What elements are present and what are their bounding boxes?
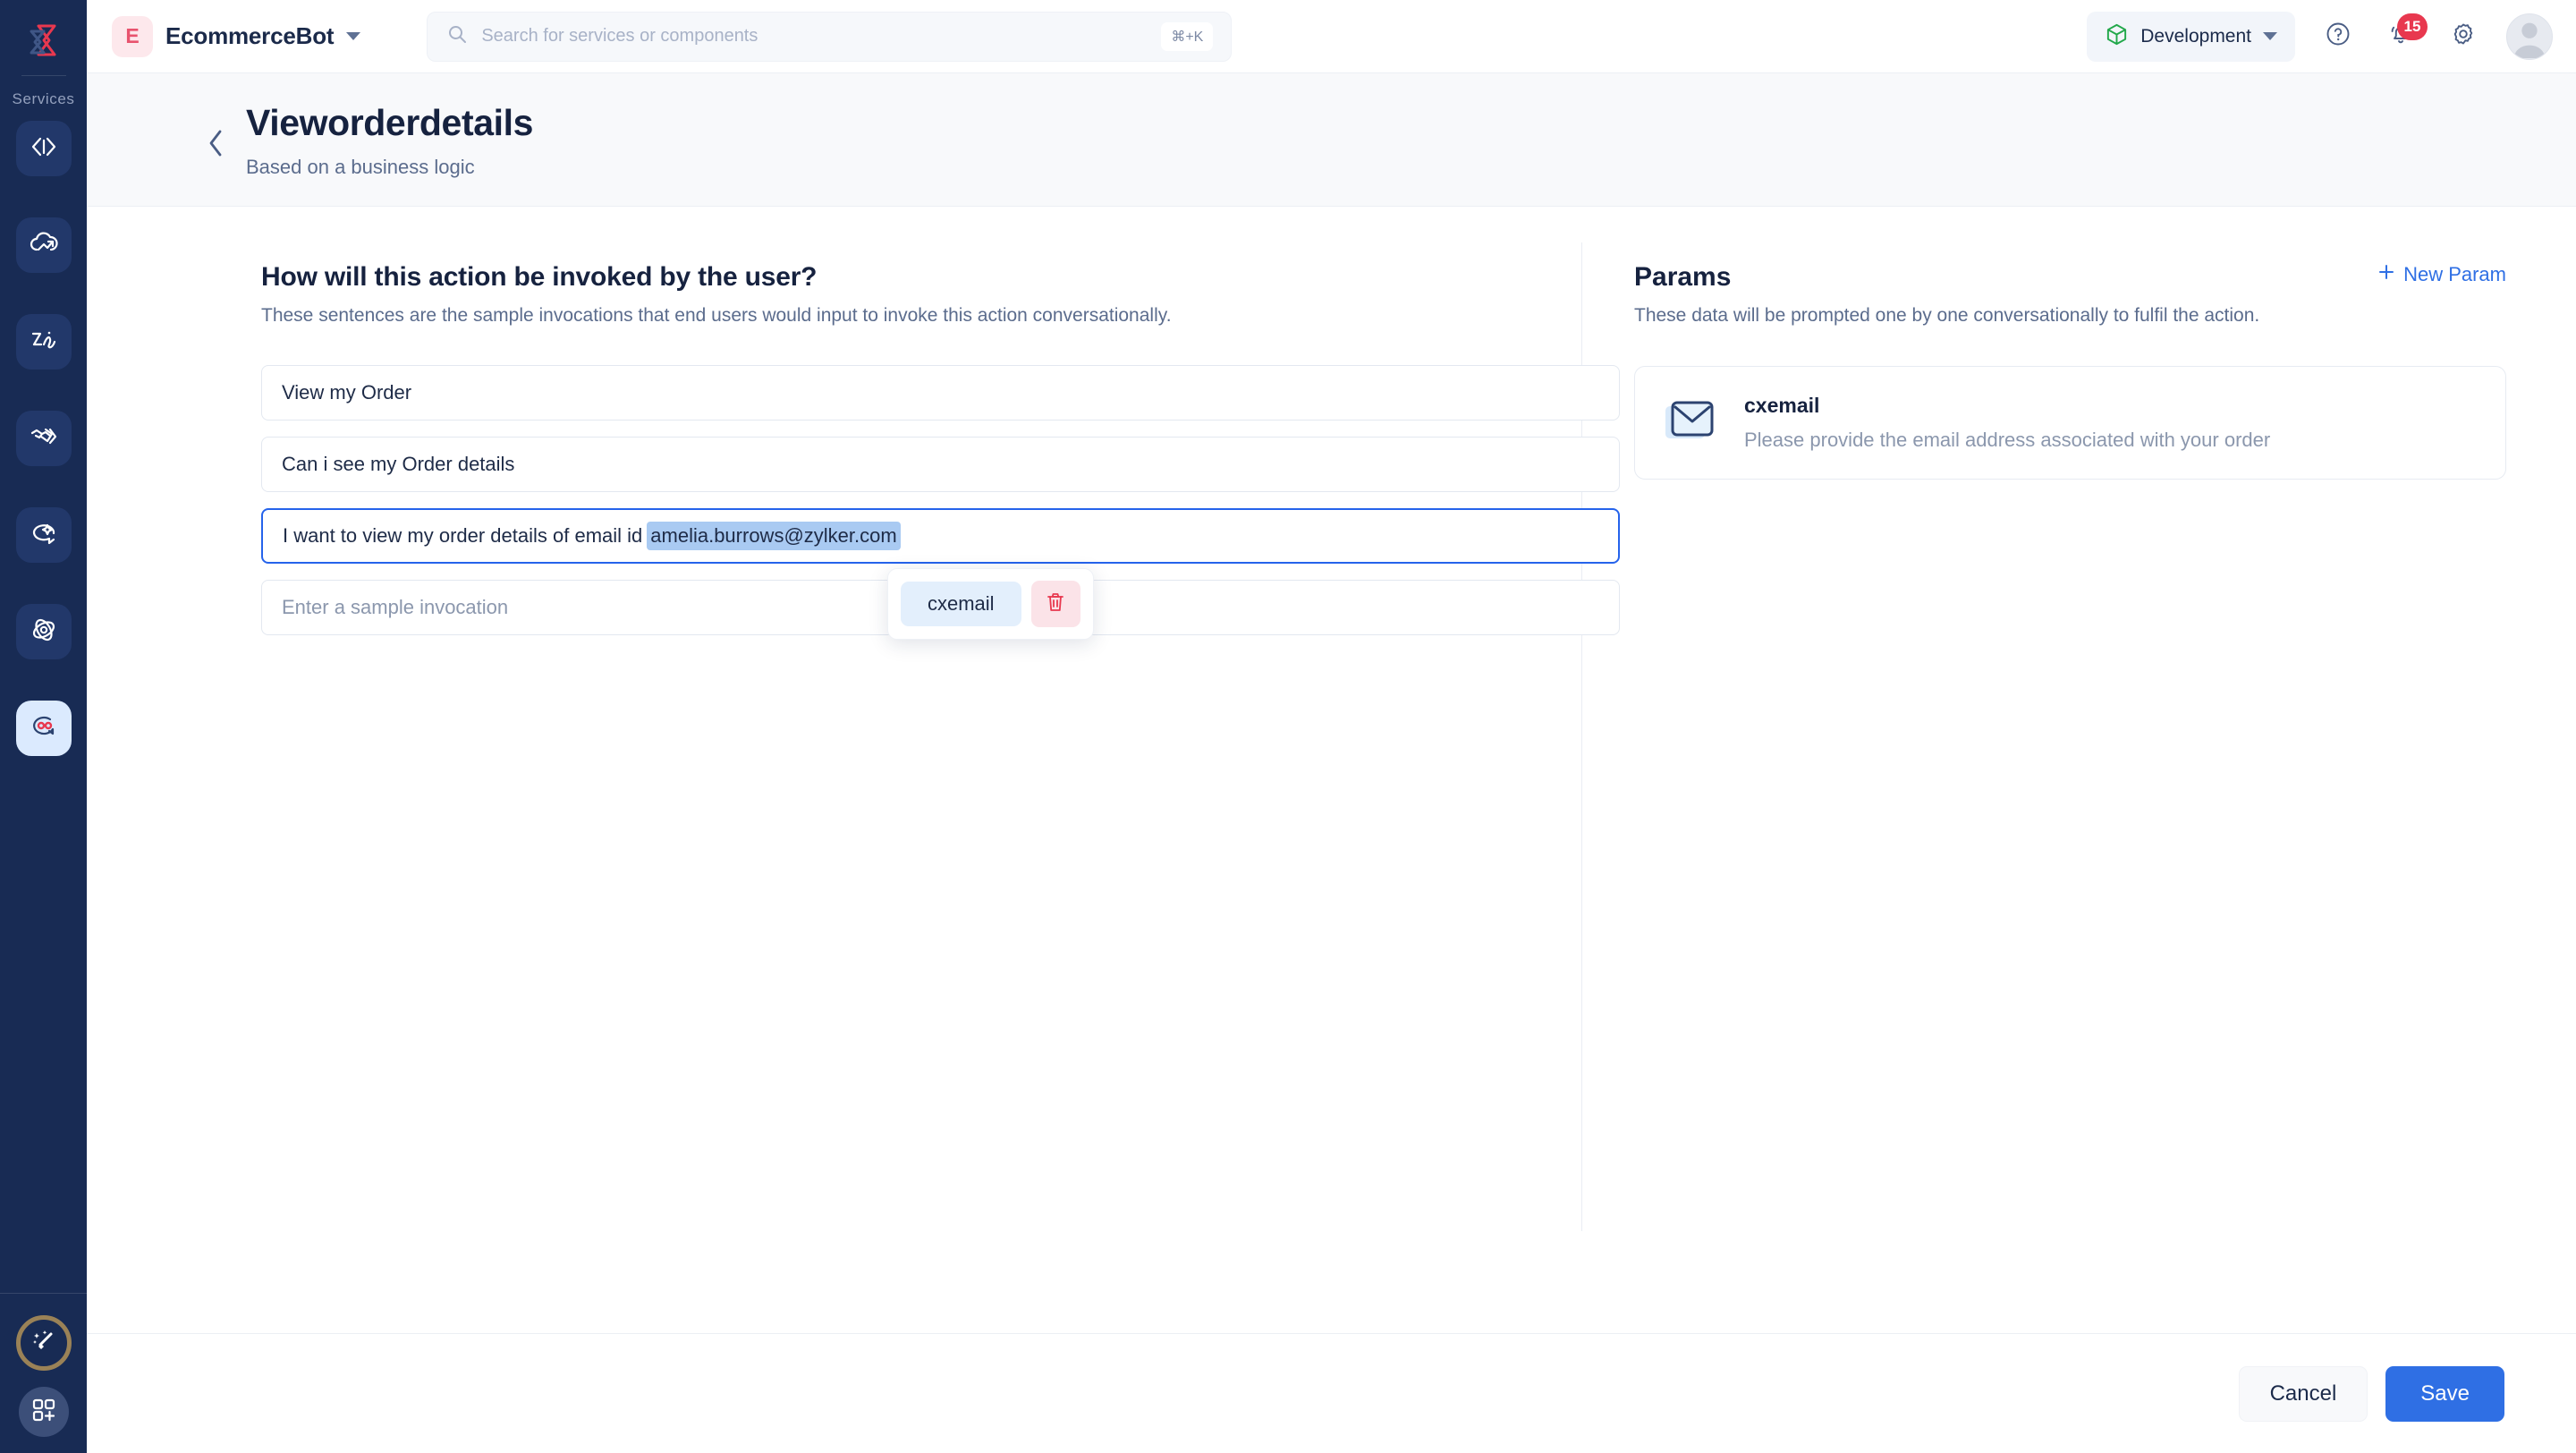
invocation-list: View my Order Can i see my Order details… xyxy=(261,365,1620,641)
main-area: E EcommerceBot Search for services or co… xyxy=(87,0,2576,1453)
magic-wand-icon xyxy=(30,1328,57,1359)
grid-plus-icon xyxy=(31,1398,56,1427)
apps-button[interactable] xyxy=(18,1387,69,1437)
chevron-down-icon xyxy=(346,32,361,40)
rail-section-label: Services xyxy=(12,90,75,107)
environment-label: Development xyxy=(2140,25,2251,47)
param-pill-cxemail[interactable]: cxemail xyxy=(901,582,1021,627)
content-area: How will this action be invoked by the u… xyxy=(87,207,2576,1333)
app-name: EcommerceBot xyxy=(165,22,335,49)
page-title: Vieworderdetails xyxy=(246,102,533,143)
app-root: Services E EcommerceBot Search for servi… xyxy=(0,0,2576,1453)
save-button[interactable]: Save xyxy=(2385,1365,2504,1422)
search-placeholder: Search for services or components xyxy=(481,26,758,46)
notification-badge: 15 xyxy=(2397,13,2428,40)
page-header-text: Vieworderdetails Based on a business log… xyxy=(246,102,533,179)
invocations-subtitle: These sentences are the sample invocatio… xyxy=(261,305,1172,327)
sidebar-item-cloud-service[interactable] xyxy=(15,217,72,273)
rail-items xyxy=(0,121,87,797)
chevron-down-icon xyxy=(2263,32,2277,40)
cloud-upload-icon xyxy=(29,228,59,263)
left-rail: Services xyxy=(0,0,87,1453)
params-title: Params xyxy=(1634,262,1732,293)
new-param-button[interactable]: New Param xyxy=(2377,262,2506,287)
delete-param-button[interactable] xyxy=(1030,581,1080,628)
param-card-cxemail[interactable]: cxemail Please provide the email address… xyxy=(1634,366,2506,480)
cube-icon xyxy=(2105,22,2129,51)
invocation-value-3: I want to view my order details of email… xyxy=(283,524,643,548)
params-header: Params New Param xyxy=(1634,262,2506,293)
signature-icon xyxy=(29,325,59,360)
invocation-value-1: View my Order xyxy=(282,381,412,404)
invocation-input-1[interactable]: View my Order xyxy=(261,365,1620,421)
zoho-arrow-logo[interactable] xyxy=(16,13,72,68)
rail-divider xyxy=(21,75,66,76)
gear-icon xyxy=(2450,21,2477,52)
param-card-text: cxemail Please provide the email address… xyxy=(1744,394,2270,452)
page-subtitle: Based on a business logic xyxy=(246,156,475,179)
back-button[interactable] xyxy=(196,127,237,159)
sidebar-item-orbit-service[interactable] xyxy=(15,604,72,659)
bot-chat-icon xyxy=(29,711,59,746)
invocation-value-2: Can i see my Order details xyxy=(282,453,515,476)
invocations-panel: How will this action be invoked by the u… xyxy=(87,207,1620,1333)
sidebar-item-signature-service[interactable] xyxy=(15,314,72,370)
app-switcher[interactable]: E EcommerceBot xyxy=(112,15,361,57)
orbit-icon xyxy=(29,615,59,650)
new-param-label: New Param xyxy=(2403,263,2506,286)
code-brackets-icon xyxy=(29,132,59,166)
help-button[interactable] xyxy=(2318,17,2358,56)
trash-icon xyxy=(1045,591,1066,618)
chat-sparkle-icon xyxy=(29,518,59,553)
page-header: Vieworderdetails Based on a business log… xyxy=(87,73,2576,208)
invocation-placeholder-4: Enter a sample invocation xyxy=(282,596,509,619)
param-description: Please provide the email address associa… xyxy=(1744,429,2271,452)
handshake-icon xyxy=(29,421,59,456)
invocation-row: View my Order xyxy=(261,365,1620,421)
envelope-icon xyxy=(1664,397,1719,452)
footer-actions: Cancel Save xyxy=(87,1333,2576,1453)
invocations-title: How will this action be invoked by the u… xyxy=(261,262,818,293)
invocation-input-3[interactable]: I want to view my order details of email… xyxy=(261,508,1620,565)
rail-bottom-divider xyxy=(0,1293,87,1294)
params-panel: Params New Param These data will be prom… xyxy=(1582,207,2576,1333)
invocation-row: Can i see my Order details xyxy=(261,437,1620,493)
search-icon xyxy=(447,24,467,48)
notifications-button[interactable]: 15 xyxy=(2381,13,2428,56)
user-avatar[interactable] xyxy=(2506,13,2553,60)
invocation-input-2[interactable]: Can i see my Order details xyxy=(261,437,1620,493)
search-input[interactable]: Search for services or components ⌘+K xyxy=(427,11,1233,62)
sidebar-item-integration-service[interactable] xyxy=(15,411,72,466)
cancel-button[interactable]: Cancel xyxy=(2238,1365,2368,1422)
rail-bottom-actions xyxy=(0,1293,87,1437)
search-shortcut-hint: ⌘+K xyxy=(1161,21,1214,51)
param-name: cxemail xyxy=(1744,394,1820,418)
magic-assist-button[interactable] xyxy=(15,1315,72,1371)
invocation-row-focused: I want to view my order details of email… xyxy=(261,508,1620,641)
topbar: E EcommerceBot Search for services or co… xyxy=(87,0,2576,73)
param-token-highlight[interactable]: amelia.burrows@zylker.com xyxy=(647,522,901,551)
sidebar-item-code-service[interactable] xyxy=(15,121,72,176)
environment-selector[interactable]: Development xyxy=(2087,11,2295,62)
plus-icon xyxy=(2377,262,2396,287)
param-token-popover: cxemail xyxy=(887,568,1094,641)
app-initial-avatar: E xyxy=(112,15,153,57)
help-circle-icon xyxy=(2325,21,2351,52)
settings-button[interactable] xyxy=(2444,17,2483,56)
sidebar-item-assistant-service[interactable] xyxy=(15,507,72,563)
sidebar-item-bot-service[interactable] xyxy=(15,701,72,756)
params-subtitle: These data will be prompted one by one c… xyxy=(1634,305,2260,327)
topbar-right: Development 15 xyxy=(2087,11,2553,62)
